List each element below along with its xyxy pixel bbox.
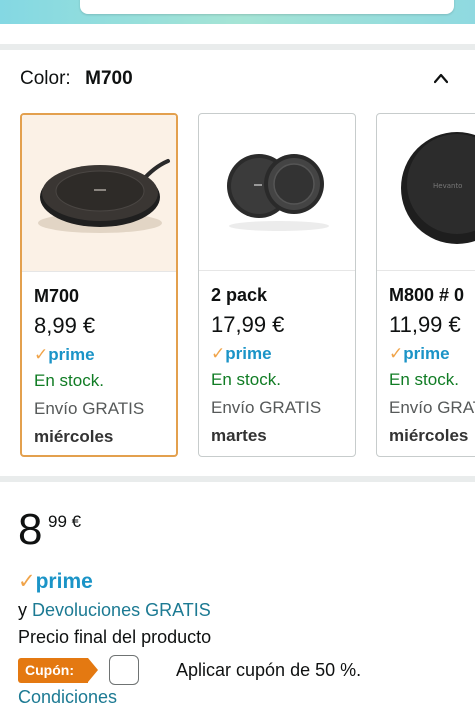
returns-prefix: y bbox=[18, 600, 27, 620]
prime-check-icon: ✓ bbox=[211, 344, 226, 363]
returns-info: y Devoluciones GRATIS bbox=[18, 600, 211, 621]
color-variant-carousel[interactable]: M700 8,99 € ✓prime En stock. Envío GRATI… bbox=[20, 113, 475, 458]
variant-card-2-pack[interactable]: 2 pack 17,99 € ✓prime En stock. Envío GR… bbox=[198, 113, 356, 457]
variant-price: 8,99 € bbox=[34, 313, 96, 338]
delivery-day: martes bbox=[211, 426, 267, 445]
search-bar[interactable] bbox=[80, 0, 454, 14]
variant-name: 2 pack bbox=[211, 285, 268, 305]
price-fraction-currency: 99 € bbox=[48, 512, 82, 531]
coupon-text: Aplicar cupón de 50 %. bbox=[176, 660, 362, 680]
coupon-checkbox[interactable] bbox=[109, 655, 139, 685]
delivery-day: miércoles bbox=[34, 427, 114, 446]
stock-status: En stock. bbox=[389, 370, 459, 389]
coupon-row: Cupón: Aplicar cupón de 50 %. bbox=[18, 655, 458, 687]
variant-name: M700 bbox=[34, 286, 80, 306]
prime-badge: ✓prime bbox=[389, 344, 450, 363]
top-header-band bbox=[0, 0, 475, 24]
section-divider bbox=[0, 44, 475, 50]
shipping-info: Envío GRATIS bbox=[34, 399, 145, 418]
stock-status: En stock. bbox=[34, 371, 104, 390]
variant-price: 17,99 € bbox=[211, 312, 285, 337]
product-image-2-pack bbox=[199, 114, 355, 271]
free-returns-link[interactable]: Devoluciones GRATIS bbox=[32, 600, 211, 620]
product-image-m700 bbox=[22, 115, 176, 272]
price-integer: 8 bbox=[18, 505, 43, 554]
section-divider bbox=[0, 476, 475, 482]
color-selector-header[interactable]: Color: M700 bbox=[20, 68, 460, 96]
shipping-info: Envío GRATIS bbox=[211, 398, 322, 417]
delivery-day: miércoles bbox=[389, 426, 469, 445]
variant-card-m700[interactable]: M700 8,99 € ✓prime En stock. Envío GRATI… bbox=[20, 113, 178, 457]
prime-badge: ✓prime bbox=[34, 345, 95, 364]
color-label: Color: bbox=[20, 68, 71, 89]
product-image-m800: Hevanto bbox=[377, 114, 475, 271]
final-price-note: Precio final del producto bbox=[18, 627, 212, 647]
prime-badge-main: ✓prime bbox=[18, 570, 93, 593]
selected-color-value: M700 bbox=[85, 68, 133, 89]
conditions-link[interactable]: Condiciones bbox=[18, 687, 117, 708]
coupon-badge: Cupón: bbox=[18, 658, 98, 683]
variant-card-m800[interactable]: Hevanto M800 # 0 11,99 € ✓prime En stock… bbox=[376, 113, 475, 457]
variant-name: M800 # 0 bbox=[389, 285, 465, 305]
chevron-up-icon[interactable] bbox=[434, 72, 448, 86]
prime-badge: ✓prime bbox=[211, 344, 272, 363]
shipping-info: Envío GRATIS bbox=[389, 398, 475, 417]
svg-text:Hevanto: Hevanto bbox=[433, 182, 462, 190]
prime-check-icon: ✓ bbox=[34, 345, 49, 364]
main-price: 8 99 € bbox=[18, 505, 81, 554]
stock-status: En stock. bbox=[211, 370, 281, 389]
variant-price: 11,99 € bbox=[389, 312, 461, 337]
prime-check-icon: ✓ bbox=[18, 570, 36, 593]
prime-check-icon: ✓ bbox=[389, 344, 404, 363]
